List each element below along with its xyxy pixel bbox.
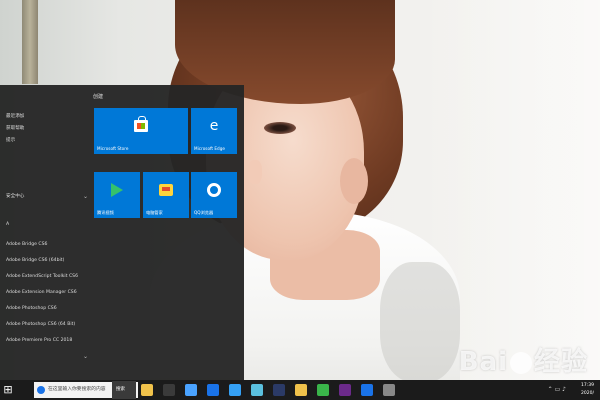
search-icon [37,386,45,394]
tile-group-label: 创建 [93,94,104,100]
clock[interactable]: 17:39 2020/ [581,382,594,398]
app-icon-2[interactable] [382,383,396,397]
app-list-item-label: 提示 [6,138,16,143]
app-list-item[interactable]: Adobe Extension Manager CS6 [0,287,90,299]
chevron-down-icon: ⌄ [82,193,88,200]
tile-microsoft-store[interactable]: Microsoft Store [94,108,188,154]
folder-icon-glyph [295,384,307,396]
app-list-item-label: Adobe Photoshop CS6 (64 Bit) [6,322,76,327]
tencent-manager-icon [159,184,173,197]
chevron-down-icon: ⌄ [82,353,88,360]
start-button[interactable]: ⊞ [0,380,16,400]
premiere-icon[interactable] [338,383,352,397]
app-list-item-label: 安全中心 [6,194,25,199]
store-icon [134,116,148,133]
app-list-item[interactable]: 获取帮助 [0,123,90,135]
tile-label: Microsoft Edge [194,146,225,151]
media-icon[interactable] [316,383,330,397]
clock-date: 2020/ [581,391,594,396]
app-list-item[interactable]: Adobe ExtendScript Toolkit CS6 [0,271,90,283]
photo-nose [248,160,262,184]
app-list-item[interactable]: 提示 [0,135,90,147]
app-list-item[interactable]: 安全中心 ⌄ [0,191,90,203]
photos-icon-glyph [185,384,197,396]
watermark-text-left: Bai [458,347,508,377]
photos-icon[interactable] [184,383,198,397]
watermark-text-right: 经验 [533,347,588,377]
tile-label: 腾讯视频 [97,210,114,215]
photoshop-icon-glyph [273,384,285,396]
app-list-item-label: 获取帮助 [6,126,25,131]
app-list-item-label: Adobe Photoshop CS6 [6,306,57,311]
edge-icon-glyph [207,384,219,396]
app-list-item[interactable]: 最近添加 [0,111,90,123]
app-icon-2-glyph [383,384,395,396]
app-list: 最近添加获取帮助提示安全中心 ⌄ A Adobe Bridge CS6 Adobe Br… [0,85,90,380]
app-icon[interactable] [250,383,264,397]
photoshop-icon[interactable] [272,383,286,397]
search-placeholder: 在这里输入你要搜索的内容 [48,387,106,392]
app-list-item-label: 最近添加 [6,114,25,119]
premiere-icon-glyph [339,384,351,396]
system-tray-icons[interactable]: ⌃ ▭ ♪ [548,386,566,393]
edge-icon: e [209,118,219,135]
paw-icon [509,351,532,374]
tile-tencent-video[interactable]: 腾讯视频 [94,172,140,218]
app-list-item-label: Adobe Bridge CS6 [6,242,48,247]
tile-label: QQ浏览器 [194,210,214,215]
qq-browser-icon[interactable] [228,383,242,397]
wallpaper-curtain [22,0,38,84]
qq-browser-icon-glyph [229,384,241,396]
app-list-item-label: Adobe ExtendScript Toolkit CS6 [6,274,79,279]
edge-icon-2[interactable] [360,383,374,397]
app-list-item[interactable]: Adobe Photoshop CS6 (64 Bit) [0,319,90,331]
app-list-item[interactable]: Adobe Premiere Pro CC 2018 [0,335,90,347]
app-list-item[interactable] [0,161,90,173]
taskbar: ⊞ 在这里输入你要搜索的内容 搜索 ⌃ ▭ ♪ 17:39 2020/ [0,380,600,400]
media-icon-glyph [317,384,329,396]
tile-label: 电脑管家 [146,210,163,215]
file-explorer-icon[interactable] [140,383,154,397]
baidu-jingyan-watermark: Bai 经验 [459,341,588,378]
app-list-item[interactable]: Adobe Bridge CS6 (64bit) [0,255,90,267]
clock-time: 17:39 [581,383,594,388]
store-icon[interactable] [162,383,176,397]
start-menu: 最近添加获取帮助提示安全中心 ⌄ A Adobe Bridge CS6 Adobe Br… [0,85,244,380]
edge-icon[interactable] [206,383,220,397]
app-list-item[interactable]: ⌄ [0,351,90,363]
tile-qq-browser[interactable]: QQ浏览器 [191,172,237,218]
photo-sweater-shadow [380,262,460,382]
app-list-item[interactable]: A [0,219,90,231]
folder-icon[interactable] [294,383,308,397]
play-icon [111,183,123,198]
tile-tencent-manager[interactable]: 电脑管家 [143,172,189,218]
app-list-item-label: A [6,222,10,227]
app-list-item[interactable]: Adobe Bridge CS6 [0,239,90,251]
photo-eye [264,122,296,134]
tile-microsoft-edge[interactable]: e Microsoft Edge [191,108,237,154]
photo-ear [340,158,368,204]
app-list-item-label: Adobe Bridge CS6 (64bit) [6,258,65,263]
file-explorer-icon-glyph [141,384,153,396]
qq-browser-icon [207,183,221,198]
app-list-item-label: Adobe Extension Manager CS6 [6,290,77,295]
app-icon-glyph [251,384,263,396]
edge-icon-2-glyph [361,384,373,396]
store-icon-glyph [163,384,175,396]
app-list-item[interactable]: Adobe Photoshop CS6 [0,303,90,315]
tile-label: Microsoft Store [97,146,129,151]
search-button-label: 搜索 [116,387,125,392]
app-list-item-label: Adobe Premiere Pro CC 2018 [6,338,73,343]
